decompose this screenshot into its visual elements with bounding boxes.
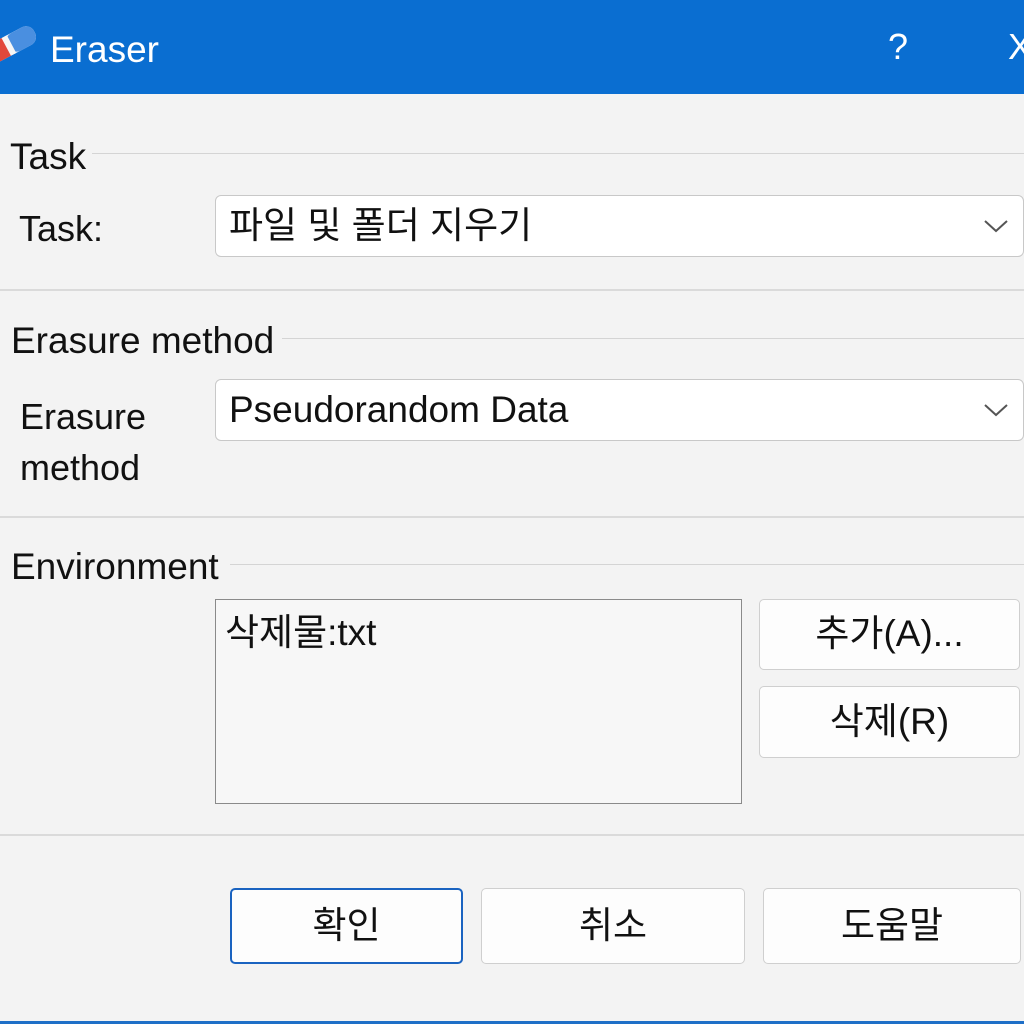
cancel-button[interactable]: 취소: [481, 888, 745, 964]
title-help-button[interactable]: ?: [876, 22, 920, 72]
method-label-line2: method: [20, 447, 141, 488]
environment-section-rule: [230, 564, 1024, 565]
chevron-down-icon: [984, 404, 1008, 417]
close-icon: X: [1008, 26, 1024, 67]
divider: [0, 834, 1024, 836]
task-dropdown[interactable]: 파일 및 폴더 지우기: [215, 195, 1024, 257]
divider: [0, 516, 1024, 518]
eraser-icon: [0, 26, 37, 62]
chevron-down-icon: [984, 220, 1008, 233]
add-button[interactable]: 추가(A)...: [759, 599, 1020, 670]
help-button[interactable]: 도움말: [763, 888, 1021, 964]
environment-section-title: Environment: [11, 545, 225, 589]
erasure-method-dropdown[interactable]: Pseudorandom Data: [215, 379, 1024, 441]
close-button[interactable]: X: [1008, 22, 1024, 72]
method-section-title: Erasure method: [11, 319, 281, 363]
ok-button[interactable]: 확인: [230, 888, 463, 964]
method-label-line1: Erasure: [20, 396, 147, 437]
list-item[interactable]: 삭제물:txt: [225, 610, 376, 656]
erasure-method-dropdown-value: Pseudorandom Data: [229, 389, 569, 430]
method-section-rule: [282, 338, 1024, 339]
window-title: Eraser: [50, 29, 159, 70]
eraser-dialog: Eraser ? X Task Task: 파일 및 폴더 지우기 Erasur…: [0, 0, 1024, 1024]
remove-button[interactable]: 삭제(R): [759, 686, 1020, 758]
task-dropdown-value: 파일 및 폴더 지우기: [229, 205, 533, 246]
task-section-rule: [80, 153, 1024, 154]
divider: [0, 289, 1024, 291]
title-bar[interactable]: Eraser ? X: [0, 0, 1024, 94]
task-label: Task:: [19, 208, 104, 249]
task-section-title: Task: [10, 135, 93, 179]
environment-list[interactable]: 삭제물:txt: [215, 599, 742, 804]
